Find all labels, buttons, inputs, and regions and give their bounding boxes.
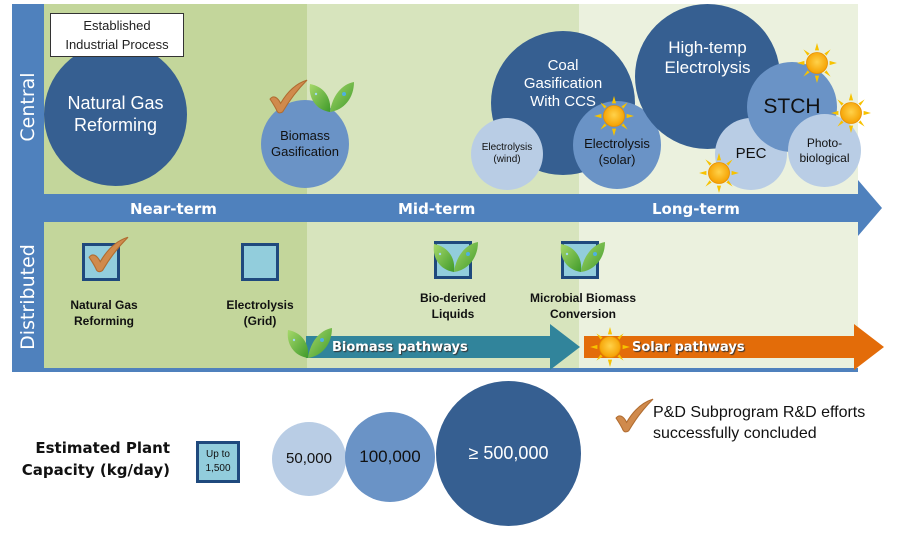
sun-icon — [698, 152, 740, 194]
capacity-distributed-box: Up to 1,500 — [196, 441, 240, 483]
capacity-medium-circle: 100,000 — [345, 412, 435, 502]
distributed-ngr-label: Natural Gas Reforming — [70, 298, 138, 328]
established-process-label: Established Industrial Process — [50, 13, 184, 57]
capacity-small-circle: 50,000 — [272, 422, 346, 496]
central-natural-gas-reforming: Natural Gas Reforming — [44, 43, 187, 186]
leaf-icon — [284, 326, 334, 360]
central-electrolysis-wind: Electrolysis (wind) — [471, 118, 543, 190]
sun-icon — [589, 326, 631, 368]
distributed-microbial-label: Microbial Biomass Conversion — [529, 291, 637, 321]
timeline-mid-term: Mid-term — [398, 200, 476, 218]
biomass-pathways-label: Biomass pathways — [332, 340, 468, 355]
check-icon — [266, 78, 310, 116]
distributed-electrolysis-grid-square — [241, 243, 279, 281]
solar-pathways-label: Solar pathways — [632, 340, 745, 355]
capacity-label: Estimated Plant Capacity (kg/day) — [21, 439, 170, 479]
leaf-icon — [430, 240, 480, 274]
legend-check-text: P&D Subprogram R&D efforts successfully … — [653, 404, 866, 442]
row-label-distributed: Distributed — [17, 244, 39, 350]
distributed-electrolysis-grid-label: Electrolysis (Grid) — [226, 298, 294, 328]
check-icon — [84, 235, 132, 275]
capacity-large-circle: ≥ 500,000 — [436, 381, 581, 526]
check-icon — [612, 397, 656, 435]
sun-icon — [796, 42, 838, 84]
sun-icon — [830, 92, 872, 134]
timeline-long-term: Long-term — [652, 200, 740, 218]
sun-icon — [593, 95, 635, 137]
leaf-icon — [557, 240, 607, 274]
leaf-icon — [306, 80, 356, 114]
distributed-bio-liquids-label: Bio-derived Liquids — [419, 291, 486, 321]
row-label-central: Central — [17, 72, 39, 142]
timeline-near-term: Near-term — [130, 200, 217, 218]
